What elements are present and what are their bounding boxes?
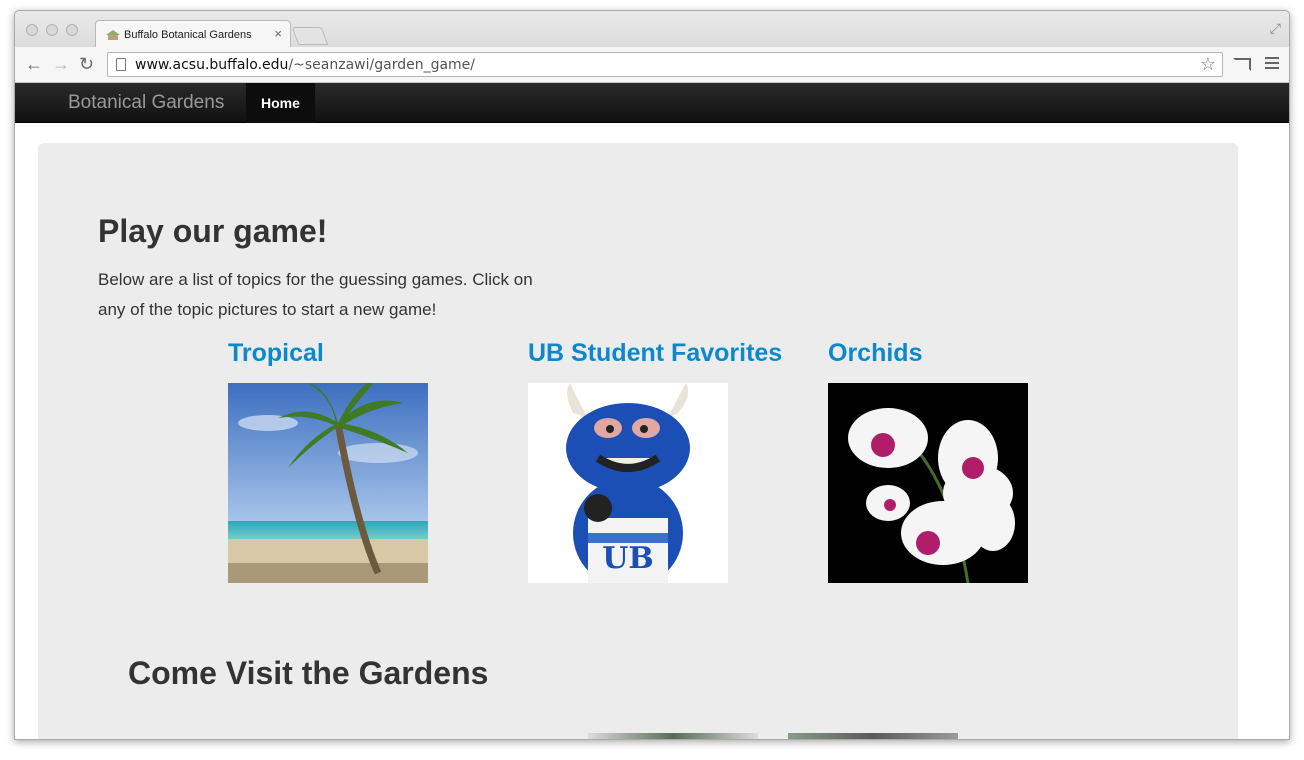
site-navbar: Botanical Gardens Home [15,83,1289,123]
browser-window: Buffalo Botanical Gardens × ⤢ ← → ↻ www.… [14,10,1290,740]
tab-strip: Buffalo Botanical Gardens × ⤢ [15,11,1289,48]
garden-photo-thumbnail[interactable] [588,733,758,739]
cast-icon[interactable] [1233,58,1251,71]
topic-title[interactable]: Orchids [828,339,922,368]
garden-favicon-icon [106,29,120,40]
minimize-window-button[interactable] [46,24,58,36]
topic-ub-student-favorites[interactable]: UB Student Favorites UB [528,339,782,583]
close-tab-icon[interactable]: × [274,27,282,40]
hero-unit: Play our game! Below are a list of topic… [38,143,1238,739]
white-orchids-image[interactable] [828,383,1028,583]
hero-title: Play our game! [98,213,328,249]
close-window-button[interactable] [26,24,38,36]
tab-title: Buffalo Botanical Gardens [124,28,252,41]
ub-bull-mascot-image[interactable]: UB [528,383,728,583]
browser-toolbar: ← → ↻ www.acsu.buffalo.edu/~seanzawi/gar… [15,47,1289,83]
reload-icon[interactable]: ↻ [79,53,94,75]
topic-title[interactable]: Tropical [228,339,324,368]
brand-link[interactable]: Botanical Gardens [68,92,224,114]
address-bar[interactable]: www.acsu.buffalo.edu/~seanzawi/garden_ga… [107,52,1223,77]
page-icon [116,58,126,71]
visit-section-title: Come Visit the Gardens [128,655,489,691]
topic-title[interactable]: UB Student Favorites [528,339,782,368]
garden-photo-thumbnail[interactable] [788,733,958,739]
bookmark-star-icon[interactable]: ☆ [1200,53,1216,76]
forward-arrow-icon[interactable]: → [52,53,70,75]
hero-description: Below are a list of topics for the guess… [98,270,533,319]
topic-tropical[interactable]: Tropical [228,339,428,583]
tab-buffalo-botanical-gardens[interactable]: Buffalo Botanical Gardens × [95,20,291,48]
zoom-window-button[interactable] [66,24,78,36]
browser-menu-icon[interactable] [1265,57,1279,72]
new-tab-button[interactable] [291,27,329,45]
topic-orchids[interactable]: Orchids [828,339,1028,583]
fullscreen-icon[interactable]: ⤢ [1270,20,1281,37]
page-content: Play our game! Below are a list of topic… [15,124,1289,739]
svg-text:UB: UB [602,541,654,576]
palm-tree-beach-image[interactable] [228,383,428,583]
back-arrow-icon[interactable]: ← [25,53,43,75]
url-text[interactable]: www.acsu.buffalo.edu/~seanzawi/garden_ga… [135,57,475,73]
nav-home-link[interactable]: Home [246,83,315,123]
